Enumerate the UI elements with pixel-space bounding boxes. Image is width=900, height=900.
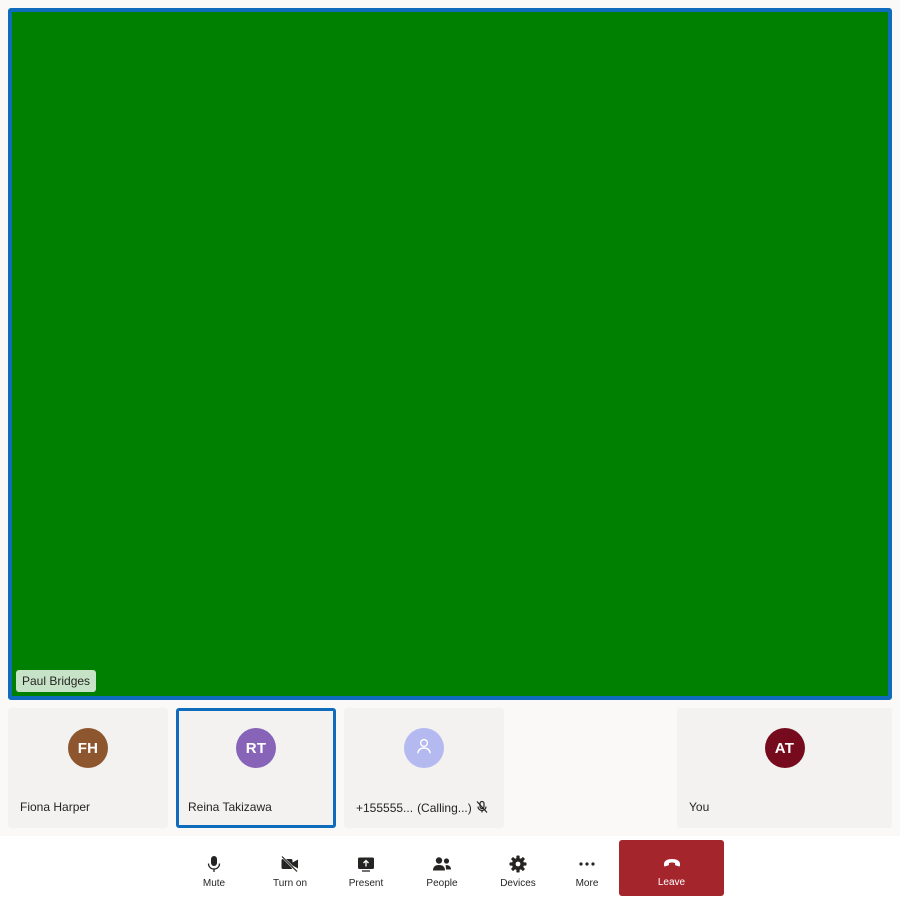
avatar [404, 728, 444, 768]
share-screen-icon [356, 854, 376, 874]
stage-participant-name: Paul Bridges [16, 670, 97, 692]
avatar: RT [236, 728, 276, 768]
participant-video [12, 12, 888, 696]
participant-tile-phone[interactable]: +155555... (Calling...) [344, 708, 504, 828]
participant-name: +155555... [356, 801, 414, 815]
camera-label: Turn on [272, 878, 308, 889]
leave-button[interactable]: Leave [619, 840, 724, 896]
calling-status: (Calling...) [417, 801, 472, 815]
participant-name: Fiona Harper [20, 800, 91, 814]
present-label: Present [348, 878, 384, 889]
hang-up-icon [663, 855, 681, 873]
more-dots-icon [577, 854, 597, 874]
avatar: FH [68, 728, 108, 768]
participant-tile-reina[interactable]: RT Reina Takizawa [176, 708, 336, 828]
mic-muted-icon [475, 800, 489, 817]
call-control-bar: Mute Turn on Present People Devices More… [0, 836, 900, 900]
mute-label: Mute [202, 878, 226, 889]
people-label: People [426, 878, 458, 889]
leave-label: Leave [657, 877, 686, 888]
more-button[interactable]: More [554, 840, 620, 896]
devices-button[interactable]: Devices [485, 840, 551, 896]
gear-icon [508, 854, 528, 874]
mute-button[interactable]: Mute [181, 840, 247, 896]
participant-tile-fiona[interactable]: FH Fiona Harper [8, 708, 168, 828]
people-button[interactable]: People [409, 840, 475, 896]
present-button[interactable]: Present [333, 840, 399, 896]
devices-label: Devices [500, 878, 536, 889]
person-icon [415, 737, 433, 759]
main-video-stage[interactable]: Paul Bridges [8, 8, 892, 700]
camera-off-icon [280, 854, 300, 874]
camera-button[interactable]: Turn on [257, 840, 323, 896]
people-icon [432, 854, 452, 874]
more-label: More [575, 878, 599, 889]
participant-name: You [689, 800, 710, 814]
participant-name: Reina Takizawa [188, 800, 272, 814]
participant-tile-self[interactable]: AT You [677, 708, 892, 828]
participant-name-row: +155555... (Calling...) [356, 800, 489, 817]
participant-gallery: FH Fiona Harper RT Reina Takizawa +15555… [8, 708, 892, 828]
microphone-icon [204, 854, 224, 874]
avatar: AT [764, 728, 805, 768]
